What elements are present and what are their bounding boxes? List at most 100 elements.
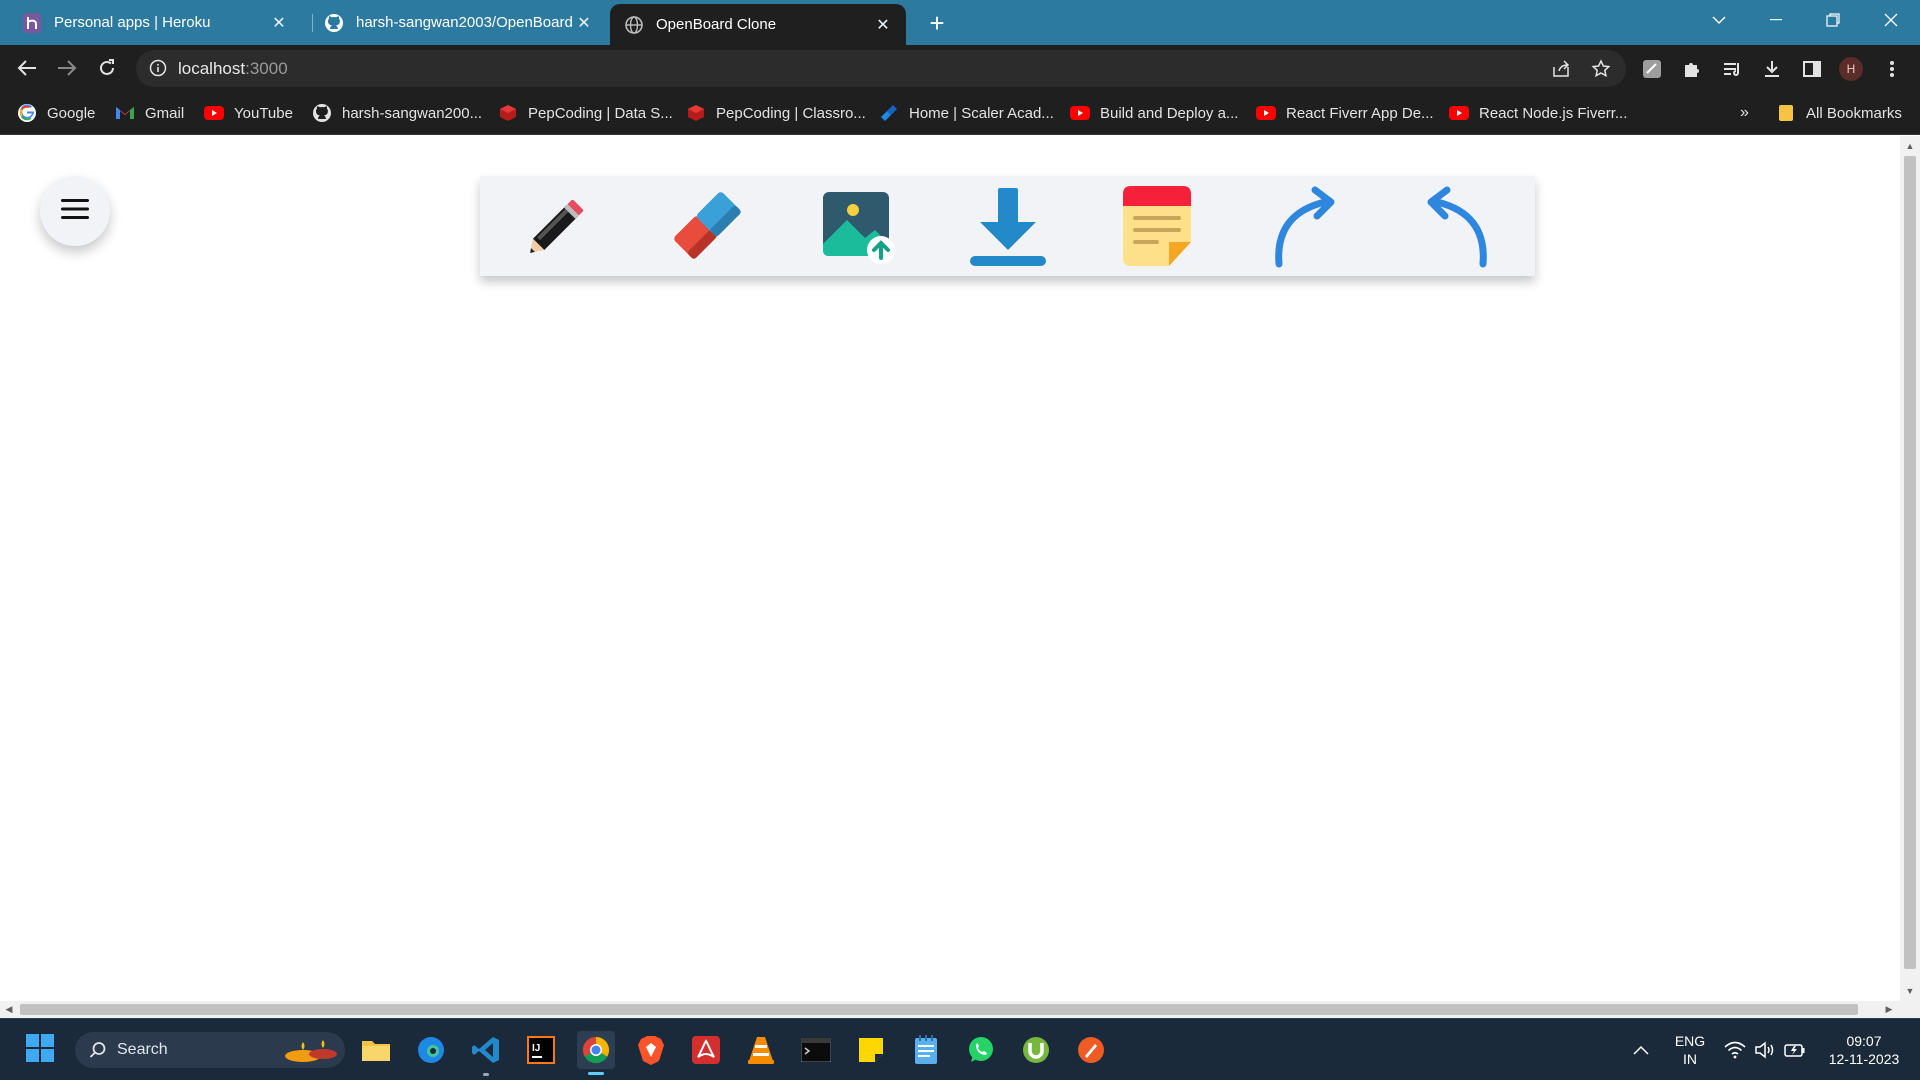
bookmark-label: React Node.js Fiverr... bbox=[1479, 104, 1628, 122]
vertical-scrollbar[interactable]: ▲ ▼ bbox=[1900, 136, 1920, 1001]
hamburger-icon bbox=[61, 197, 89, 226]
bookmark-label: React Fiverr App De... bbox=[1286, 104, 1434, 122]
scroll-right-arrow-icon[interactable]: ▶ bbox=[1880, 1001, 1898, 1018]
extension-icon[interactable] bbox=[1640, 57, 1664, 81]
google-icon bbox=[17, 103, 37, 123]
taskbar-search-box[interactable]: Search bbox=[75, 1032, 345, 1068]
notepad-icon[interactable] bbox=[907, 1031, 945, 1069]
vertical-scroll-thumb[interactable] bbox=[1904, 156, 1916, 969]
bookmarks-bar: Google Gmail YouTube harsh-sangwan200...… bbox=[0, 92, 1920, 135]
undo-tool-button[interactable] bbox=[1412, 186, 1498, 268]
forward-icon[interactable] bbox=[52, 53, 82, 83]
scroll-down-arrow-icon[interactable]: ▼ bbox=[1900, 983, 1920, 999]
github-icon bbox=[324, 13, 344, 33]
intellij-icon[interactable]: IJ bbox=[522, 1031, 560, 1069]
close-tab-icon[interactable]: ✕ bbox=[872, 14, 894, 36]
file-explorer-icon[interactable] bbox=[357, 1031, 395, 1069]
bookmark-youtube[interactable]: YouTube bbox=[204, 92, 293, 134]
bookmark-scaler[interactable]: Home | Scaler Acad... bbox=[879, 92, 1054, 134]
bookmark-pepcoding-data[interactable]: PepCoding | Data S... bbox=[498, 92, 673, 134]
close-window-button[interactable] bbox=[1868, 0, 1914, 40]
side-panel-icon[interactable] bbox=[1800, 57, 1824, 81]
pencil-tool-button[interactable] bbox=[514, 188, 600, 268]
eraser-tool-button[interactable] bbox=[665, 188, 751, 268]
kebab-menu-icon[interactable] bbox=[1880, 57, 1904, 81]
clock-date: 12-11-2023 bbox=[1828, 1051, 1900, 1067]
close-tab-icon[interactable]: ✕ bbox=[573, 12, 595, 34]
tab-github[interactable]: harsh-sangwan2003/OpenBoard ✕ bbox=[310, 0, 607, 45]
tab-heroku[interactable]: Personal apps | Heroku ✕ bbox=[0, 0, 302, 45]
bookmark-build-deploy[interactable]: Build and Deploy a... bbox=[1070, 92, 1238, 134]
restore-button[interactable] bbox=[1810, 0, 1856, 40]
postman-icon[interactable] bbox=[1072, 1031, 1110, 1069]
horizontal-scroll-thumb[interactable] bbox=[20, 1004, 1858, 1015]
profile-avatar[interactable]: H bbox=[1839, 57, 1863, 81]
tools-panel bbox=[480, 176, 1535, 276]
horizontal-scrollbar[interactable]: ◀ ▶ bbox=[0, 1001, 1900, 1018]
all-bookmarks-button[interactable]: All Bookmarks bbox=[1776, 92, 1902, 134]
vscode-icon[interactable] bbox=[467, 1031, 505, 1069]
menu-toggle-button[interactable] bbox=[40, 176, 110, 246]
site-info-icon[interactable] bbox=[149, 59, 167, 77]
running-indicator bbox=[483, 1073, 489, 1076]
heroku-icon bbox=[22, 12, 42, 33]
new-tab-button[interactable]: + bbox=[922, 8, 952, 38]
brave-browser-icon[interactable] bbox=[632, 1031, 670, 1069]
utorrent-icon[interactable] bbox=[1017, 1031, 1055, 1069]
acrobat-reader-icon[interactable] bbox=[687, 1031, 725, 1069]
back-icon[interactable] bbox=[12, 53, 42, 83]
bookmark-pepcoding-classroom[interactable]: PepCoding | Classro... bbox=[686, 92, 866, 134]
wifi-icon[interactable] bbox=[1722, 1019, 1748, 1080]
bookmark-label: harsh-sangwan200... bbox=[342, 104, 483, 122]
tab-openboard[interactable]: OpenBoard Clone ✕ bbox=[610, 4, 906, 45]
start-button[interactable] bbox=[21, 1031, 59, 1069]
scroll-up-arrow-icon[interactable]: ▲ bbox=[1900, 138, 1920, 154]
bookmarks-overflow-button[interactable]: » bbox=[1740, 92, 1749, 134]
undo-icon bbox=[1415, 184, 1495, 273]
chrome-icon[interactable] bbox=[577, 1031, 615, 1069]
url-text[interactable]: localhost:3000 bbox=[178, 59, 288, 79]
tab-title: OpenBoard Clone bbox=[656, 16, 777, 33]
bookmark-react-fiverr[interactable]: React Fiverr App De... bbox=[1256, 92, 1434, 134]
show-hidden-icons-button[interactable] bbox=[1626, 1019, 1656, 1080]
extensions-puzzle-icon[interactable] bbox=[1680, 57, 1704, 81]
battery-icon[interactable] bbox=[1782, 1019, 1808, 1080]
active-app-indicator bbox=[588, 1072, 604, 1075]
redo-tool-button[interactable] bbox=[1264, 186, 1350, 268]
minimize-button[interactable] bbox=[1753, 0, 1799, 40]
language-indicator[interactable]: ENG IN bbox=[1670, 1019, 1710, 1080]
bookmark-github[interactable]: harsh-sangwan200... bbox=[312, 92, 482, 134]
redo-icon bbox=[1267, 184, 1347, 273]
youtube-icon bbox=[1449, 103, 1469, 123]
bookmark-label: Gmail bbox=[145, 104, 185, 122]
downloads-icon[interactable] bbox=[1760, 57, 1784, 81]
terminal-icon[interactable] bbox=[797, 1031, 835, 1069]
region-code: IN bbox=[1683, 1051, 1697, 1067]
bookmark-label: Build and Deploy a... bbox=[1100, 104, 1239, 122]
url-host: localhost bbox=[178, 59, 246, 78]
bookmark-react-node[interactable]: React Node.js Fiverr... bbox=[1449, 92, 1627, 134]
download-tool-button[interactable] bbox=[965, 187, 1051, 268]
vlc-icon[interactable] bbox=[742, 1031, 780, 1069]
close-tab-icon[interactable]: ✕ bbox=[268, 12, 290, 34]
clock[interactable]: 09:07 12-11-2023 bbox=[1818, 1019, 1910, 1080]
bookmark-star-icon[interactable] bbox=[1591, 59, 1611, 79]
reading-list-icon[interactable] bbox=[1720, 57, 1744, 81]
bookmark-gmail[interactable]: Gmail bbox=[115, 92, 184, 134]
download-icon bbox=[966, 184, 1050, 273]
openboard-canvas[interactable] bbox=[0, 136, 1900, 1001]
address-bar[interactable]: localhost:3000 bbox=[136, 50, 1626, 87]
share-icon[interactable] bbox=[1551, 59, 1571, 79]
sticky-notes-icon[interactable] bbox=[852, 1031, 890, 1069]
tab-search-icon[interactable] bbox=[1696, 0, 1742, 40]
github-icon bbox=[312, 103, 332, 123]
volume-icon[interactable] bbox=[1752, 1019, 1778, 1080]
scroll-left-arrow-icon[interactable]: ◀ bbox=[0, 1001, 18, 1018]
whatsapp-icon[interactable] bbox=[962, 1031, 1000, 1069]
bookmark-google[interactable]: Google bbox=[17, 92, 95, 134]
reload-icon[interactable] bbox=[92, 53, 122, 83]
edge-browser-icon[interactable] bbox=[412, 1031, 450, 1069]
sticky-note-tool-button[interactable] bbox=[1114, 185, 1200, 268]
bookmark-label: PepCoding | Data S... bbox=[528, 104, 673, 122]
upload-image-tool-button[interactable] bbox=[814, 188, 900, 268]
